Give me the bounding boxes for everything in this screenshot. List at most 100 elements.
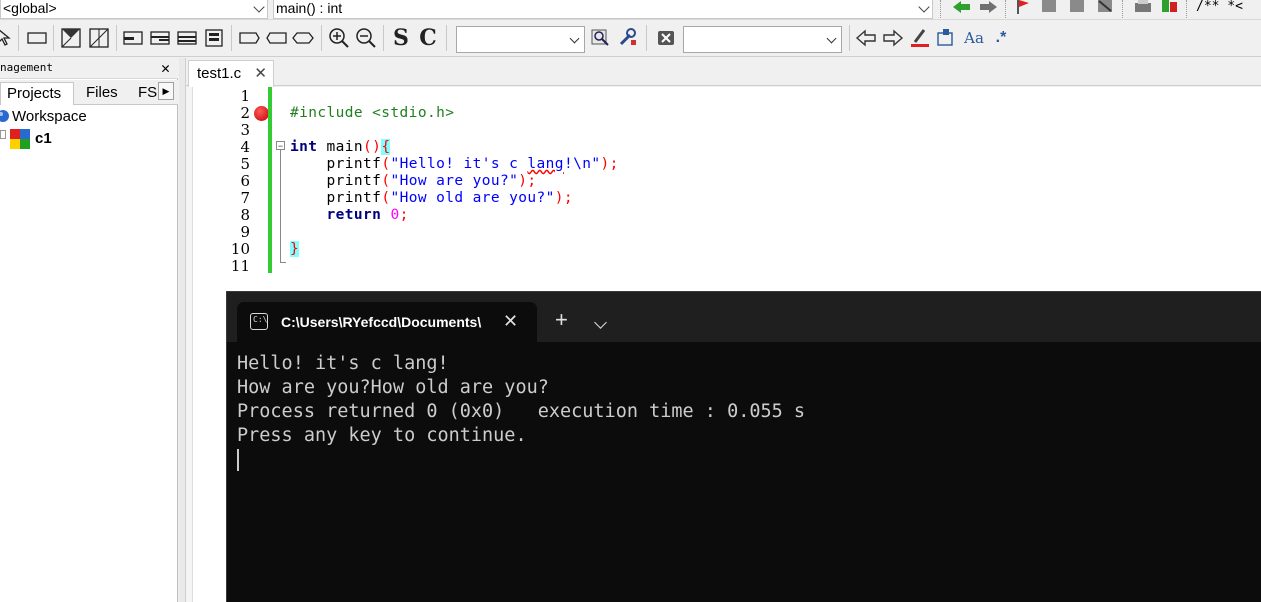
split-box-icon[interactable] <box>88 27 110 49</box>
top-combo-toolbar: <global> main() : int /** *< <box>0 0 1261 20</box>
line-number: 8 <box>240 206 250 224</box>
function-combo[interactable]: main() : int <box>273 0 933 19</box>
regex-button[interactable]: .* <box>990 27 1012 49</box>
management-panel: nagement ✕ Projects Files FS ▶ Workspace… <box>0 58 178 602</box>
tab-test1-c[interactable]: test1.c ✕ <box>188 60 274 87</box>
toolbar-separator <box>646 25 647 51</box>
comment-toggle-button[interactable]: /** *< <box>1196 0 1243 14</box>
toolbar-separator <box>231 25 232 51</box>
new-tab-button[interactable]: + <box>555 308 568 332</box>
build-run-icon[interactable] <box>1160 0 1180 14</box>
close-icon[interactable]: ✕ <box>161 59 170 77</box>
toolbar-grip[interactable] <box>1122 0 1125 18</box>
toolbar-grip[interactable] <box>1005 0 1008 18</box>
code-line-10: } <box>290 241 300 258</box>
function-combo-value: main() : int <box>276 0 343 16</box>
terminal-window[interactable]: C:\ C:\Users\RYefccd\Documents\ ✕ + Hell… <box>226 291 1261 602</box>
terminal-tab-bar: C:\ C:\Users\RYefccd\Documents\ ✕ + <box>227 292 1261 342</box>
keyword: return <box>290 207 382 223</box>
terminal-output-line: Press any key to continue. <box>237 425 527 446</box>
panel-splitter[interactable] <box>179 58 186 602</box>
pointer-icon[interactable] <box>0 27 16 49</box>
project-icon <box>10 129 30 149</box>
flag-icon[interactable] <box>1014 0 1030 14</box>
brace-match: { <box>381 139 391 155</box>
match-case-button[interactable]: Aa <box>961 27 987 49</box>
loop-icon-3[interactable] <box>292 27 314 49</box>
arrow-right-icon[interactable] <box>882 27 904 49</box>
scope-combo[interactable]: <global> <box>0 0 268 19</box>
chevron-down-icon[interactable] <box>594 316 607 329</box>
tab-files[interactable]: Files <box>80 82 124 104</box>
fold-collapse-icon[interactable]: − <box>276 141 285 151</box>
text-cursor <box>237 449 239 471</box>
terminal-tab[interactable]: C:\ C:\Users\RYefccd\Documents\ ✕ <box>237 302 537 342</box>
string: !\n" <box>563 156 601 172</box>
keyword: int <box>290 139 318 155</box>
toolbar-grip[interactable] <box>940 0 943 18</box>
block-icon-4[interactable] <box>203 27 225 49</box>
toolbar-separator <box>53 25 54 51</box>
editor-left-margin <box>186 87 193 602</box>
operator: () <box>363 139 382 155</box>
breakpoint-icon[interactable] <box>254 106 269 121</box>
arrow-right-icon[interactable] <box>978 0 998 14</box>
block-icon-1[interactable] <box>122 27 144 49</box>
operator: ); <box>554 190 574 206</box>
line-number: 7 <box>240 189 250 207</box>
line-number: 3 <box>240 121 250 139</box>
selection-icon[interactable] <box>935 27 957 49</box>
toolbar-separator <box>446 25 447 51</box>
prev-bookmark-icon[interactable] <box>1040 0 1058 14</box>
scope-combo-value: <global> <box>3 0 57 16</box>
find-combo[interactable] <box>683 26 842 53</box>
toolbar-separator <box>321 25 322 51</box>
zoom-out-icon[interactable] <box>355 27 377 49</box>
toolbar-grip[interactable] <box>1186 0 1189 18</box>
tree-workspace[interactable]: Workspace <box>12 107 87 127</box>
printer-icon[interactable] <box>1133 0 1153 14</box>
loop-icon-2[interactable] <box>265 27 287 49</box>
search-combo[interactable] <box>456 26 585 53</box>
loop-icon-1[interactable] <box>238 27 260 49</box>
block-icon-2[interactable] <box>149 27 171 49</box>
tab-projects[interactable]: Projects <box>0 82 74 105</box>
close-icon[interactable]: ✕ <box>503 310 518 332</box>
clear-bookmarks-icon[interactable] <box>1096 0 1114 14</box>
rectangle-icon[interactable] <box>26 27 48 49</box>
line-number: 6 <box>240 172 250 190</box>
string: "Hello! it's c <box>390 156 528 172</box>
tree-project[interactable]: c1 <box>35 129 52 149</box>
highlight-icon[interactable] <box>909 27 931 49</box>
chevron-down-icon <box>918 1 930 13</box>
next-bookmark-icon[interactable] <box>1068 0 1086 14</box>
panel-title-bar: nagement ✕ <box>0 58 178 79</box>
arrow-left-icon[interactable] <box>855 27 877 49</box>
c-button[interactable]: C <box>417 25 439 51</box>
s-button[interactable]: S <box>390 25 412 51</box>
search-icon[interactable] <box>590 27 612 49</box>
terminal-output-line: Process returned 0 (0x0) execution time … <box>237 401 806 422</box>
editor-toolbar: S C Aa .* <box>0 21 1261 57</box>
decision-icon[interactable] <box>60 27 82 49</box>
code-line-8: return 0; <box>290 207 409 224</box>
tab-scroll-right-icon[interactable]: ▶ <box>158 82 174 100</box>
changed-lines-marker <box>268 87 272 273</box>
close-icon[interactable]: ✕ <box>254 61 267 87</box>
identifier: main <box>317 139 364 155</box>
zoom-in-icon[interactable] <box>328 27 350 49</box>
terminal-title: C:\Users\RYefccd\Documents\ <box>281 314 482 330</box>
block-icon-3[interactable] <box>176 27 198 49</box>
toolbar-separator <box>849 25 850 51</box>
chevron-down-icon <box>826 33 837 44</box>
close-icon[interactable] <box>655 27 677 49</box>
code-line-2: #include <stdio.h> <box>290 105 455 121</box>
identifier: printf <box>290 190 382 206</box>
identifier: printf <box>290 156 382 172</box>
string: "How are you?" <box>390 173 519 189</box>
number: 0 <box>381 207 400 223</box>
tree-expander[interactable] <box>0 130 6 139</box>
wrench-icon[interactable] <box>616 27 638 49</box>
identifier: printf <box>290 173 382 189</box>
arrow-left-green-icon[interactable] <box>952 0 972 14</box>
